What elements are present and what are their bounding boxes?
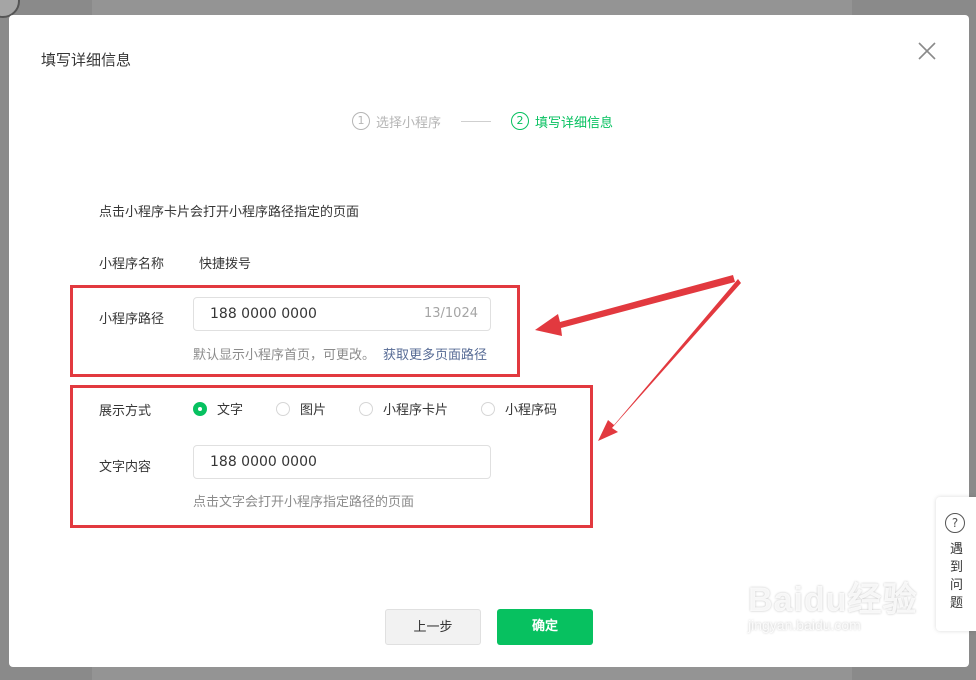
step-divider — [461, 120, 492, 122]
step-indicator: 1 选择小程序 2 填写详细信息 — [352, 110, 613, 132]
display-mode-label: 展示方式 — [99, 404, 152, 419]
radio-image[interactable]: 图片 — [276, 399, 326, 418]
step-2-number: 2 — [511, 112, 530, 130]
path-input[interactable]: 188 0000 0000 13/1024 — [193, 297, 491, 331]
display-mode-radio-group: 文字 图片 小程序卡片 小程序码 — [193, 399, 590, 418]
confirm-button[interactable]: 确定 — [497, 609, 593, 645]
radio-image-label: 图片 — [300, 403, 327, 418]
step-1: 1 选择小程序 — [352, 112, 441, 131]
name-label: 小程序名称 — [99, 257, 165, 272]
path-hint: 默认显示小程序首页，可更改。 获取更多页面路径 — [193, 344, 487, 363]
radio-dot-icon — [359, 401, 374, 416]
radio-dot-icon — [481, 401, 496, 416]
help-widget-text: 遇到问题 — [950, 542, 964, 611]
step-1-number: 1 — [352, 112, 370, 130]
path-input-value: 188 0000 0000 — [210, 306, 317, 322]
path-char-counter: 13/1024 — [423, 306, 478, 321]
more-paths-link[interactable]: 获取更多页面路径 — [383, 348, 487, 363]
path-hint-text: 默认显示小程序首页，可更改。 — [193, 348, 376, 363]
text-content-input[interactable]: 188 0000 0000 — [193, 445, 491, 479]
radio-code-label: 小程序码 — [505, 403, 558, 418]
text-content-label: 文字内容 — [99, 460, 152, 475]
form-description: 点击小程序卡片会打开小程序路径指定的页面 — [99, 205, 360, 220]
text-content-hint: 点击文字会打开小程序指定路径的页面 — [193, 495, 415, 510]
step-2: 2 填写详细信息 — [511, 112, 613, 131]
watermark-brand: Baidu经验 — [748, 581, 918, 619]
step-2-label: 填写详细信息 — [535, 115, 614, 131]
radio-miniprogram-card[interactable]: 小程序卡片 — [359, 399, 448, 418]
radio-dot-icon — [193, 401, 207, 416]
step-1-label: 选择小程序 — [376, 115, 442, 131]
close-icon[interactable] — [917, 41, 937, 61]
dialog: 填写详细信息 1 选择小程序 2 填写详细信息 点击小程序卡片会打开小程序路径指… — [9, 15, 969, 667]
radio-dot-icon — [276, 401, 291, 416]
watermark: Baidu经验 jingyan.baidu.com — [748, 572, 917, 633]
radio-text[interactable]: 文字 — [193, 399, 243, 418]
help-widget[interactable]: ? 遇到问题 — [936, 497, 976, 631]
path-label: 小程序路径 — [99, 312, 165, 327]
radio-card-label: 小程序卡片 — [383, 403, 449, 418]
question-icon: ? — [945, 513, 965, 533]
text-content-value: 188 0000 0000 — [210, 454, 317, 470]
name-value: 快捷拨号 — [199, 257, 252, 272]
previous-step-button[interactable]: 上一步 — [385, 609, 481, 645]
dialog-title: 填写详细信息 — [41, 51, 132, 69]
radio-text-label: 文字 — [217, 403, 244, 418]
radio-miniprogram-code[interactable]: 小程序码 — [481, 399, 557, 418]
